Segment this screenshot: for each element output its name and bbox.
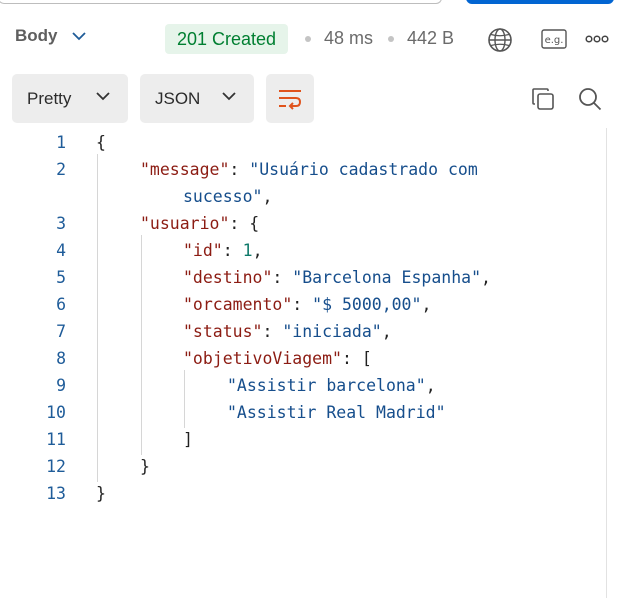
line-number: 13 [46,484,66,503]
json-string: "Assistir barcelona" [227,376,426,395]
indent-guide [184,370,185,428]
panel-divider [606,128,607,598]
code-bracket: ] [183,430,193,449]
chevron-down-icon [222,92,236,101]
line-number: 7 [56,322,66,341]
json-key: "id" [183,241,223,260]
line-number: 11 [46,430,66,449]
line-number: 10 [46,403,66,422]
svg-text:e.g.: e.g. [545,35,564,46]
line-number: 4 [56,241,66,260]
more-icon[interactable] [585,30,609,48]
line-number: 3 [56,214,66,233]
json-string: "$ 5000,00" [312,295,422,314]
line-number: 12 [46,457,66,476]
response-size[interactable]: 442 B [407,28,454,49]
json-string: "Barcelona Espanha" [292,268,482,287]
code-line: "objetivoViagem": [ [183,349,372,368]
line-number: 9 [56,376,66,395]
json-key: "usuario" [140,214,230,233]
code-line: "orcamento": "$ 5000,00", [183,295,432,314]
example-icon[interactable]: e.g. [541,28,567,50]
body-label: Body [15,26,58,45]
code-line: "id": 1, [183,241,263,260]
send-button-edge[interactable] [466,0,614,4]
json-key: "message" [140,160,230,179]
json-string: "Assistir Real Madrid" [227,403,446,422]
line-number: 5 [56,268,66,287]
line-number: 6 [56,295,66,314]
format-dropdown[interactable]: Pretty [12,74,128,123]
indent-guide [141,235,142,455]
line-number: 8 [56,349,66,368]
globe-icon[interactable] [486,26,514,54]
status-badge[interactable]: 201 Created [165,24,289,54]
line-number: 1 [56,133,66,152]
wrap-lines-icon [279,89,302,110]
chevron-down-icon [71,31,86,40]
search-icon[interactable] [577,86,603,112]
body-dropdown[interactable]: Body [15,26,86,46]
response-header: Body 201 Created 48 ms 442 B e.g. [0,22,640,56]
json-key: "status" [183,322,263,341]
code-brace: } [96,484,106,503]
code-brace: } [140,457,150,476]
copy-icon[interactable] [530,86,556,112]
code-line: "Assistir Real Madrid" [227,399,446,426]
wrap-lines-button[interactable] [266,74,314,123]
code-brace: { [96,133,106,152]
url-input-edge[interactable] [0,0,442,4]
code-line: "destino": "Barcelona Espanha", [183,268,491,287]
response-time[interactable]: 48 ms [324,28,373,49]
status-text: 201 Created [177,28,277,49]
json-string: sucesso" [183,187,263,206]
code-line: "Assistir barcelona", [227,376,436,395]
line-number: 2 [56,160,66,179]
json-key: "destino" [183,268,273,287]
indent-guide [97,154,98,482]
response-toolbar: Pretty JSON [0,74,640,124]
json-number: 1 [242,241,253,260]
type-label: JSON [155,88,201,108]
separator-dot [388,36,394,42]
chevron-down-icon [96,92,110,101]
code-line: "status": "iniciada", [183,322,392,341]
json-key: "orcamento" [183,295,293,314]
code-line: "usuario": { [140,214,260,233]
code-line: "message": "Usuário cadastrado com [140,160,478,179]
json-string: "iniciada" [282,322,382,341]
json-key: "objetivoViagem" [183,349,342,368]
type-dropdown[interactable]: JSON [140,74,254,123]
json-string: "Usuário cadastrado com [249,160,478,179]
response-body-code[interactable]: 1 2 3 4 5 6 7 8 9 10 11 12 13 { "message… [0,128,606,598]
format-label: Pretty [27,88,72,108]
separator-dot [305,36,311,42]
code-line: sucesso", [183,187,273,206]
